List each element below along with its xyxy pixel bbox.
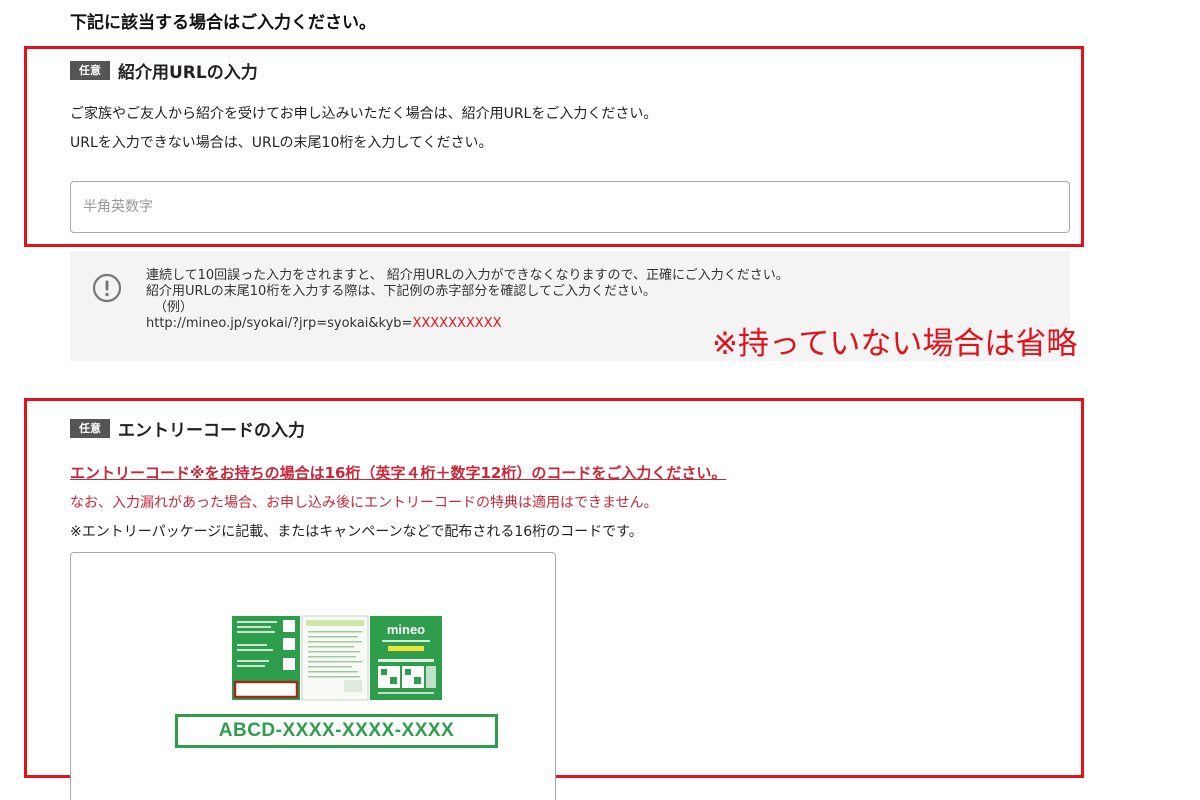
entry-package-image: mineo — [232, 615, 442, 701]
entry-code-warning: なお、入力漏れがあった場合、お申し込み後にエントリーコードの特典は適用はできませ… — [70, 495, 658, 511]
entry-code-note: ※エントリーパッケージに記載、またはキャンペーンなどで配布される16桁のコードで… — [70, 524, 643, 540]
notice-example-label: （例） — [154, 300, 194, 315]
package-brand-logo: mineo — [387, 622, 425, 637]
notice-line1: 連続して10回誤った入力をされますと、 紹介用URLの入力ができなくなりますので… — [146, 268, 789, 283]
optional-badge: 任意 — [70, 419, 110, 438]
referral-description-line2: URLを入力できない場合は、URLの末尾10桁を入力してください。 — [70, 135, 493, 151]
omit-annotation: ※持っていない場合は省略 — [712, 326, 1078, 362]
notice-text: 連続して10回誤った入力をされますと、 紹介用URLの入力ができなくなりますので… — [146, 268, 789, 332]
example-url-highlight: XXXXXXXXXX — [412, 316, 502, 331]
section-heading: 下記に該当する場合はご入力ください。 — [70, 13, 376, 33]
referral-description-line1: ご家族やご友人から紹介を受けてお申し込みいただく場合は、紹介用URLをご入力くだ… — [70, 106, 658, 122]
entry-code-title: エントリーコードの入力 — [118, 421, 305, 441]
optional-badge: 任意 — [70, 61, 110, 80]
notice-line2: 紹介用URLの末尾10桁を入力する際は、下記例の赤字部分を確認してご入力ください… — [146, 284, 656, 299]
entry-code-example: ABCD-XXXX-XXXX-XXXX — [175, 714, 498, 748]
entry-code-field-title: 任意 エントリーコードの入力 — [70, 416, 305, 441]
entry-code-warning-link[interactable]: エントリーコード※をお持ちの場合は16桁（英字４桁＋数字12桁）のコードをご入力… — [70, 462, 726, 483]
exclamation-circle-icon — [92, 273, 122, 303]
referral-field-title: 任意 紹介用URLの入力 — [70, 58, 258, 83]
example-url-prefix: http://mineo.jp/syokai/?jrp=syokai&kyb= — [146, 316, 413, 331]
referral-title: 紹介用URLの入力 — [118, 63, 258, 83]
notice-example-url: http://mineo.jp/syokai/?jrp=syokai&kyb=X… — [146, 316, 502, 331]
referral-url-input[interactable] — [70, 181, 1070, 233]
